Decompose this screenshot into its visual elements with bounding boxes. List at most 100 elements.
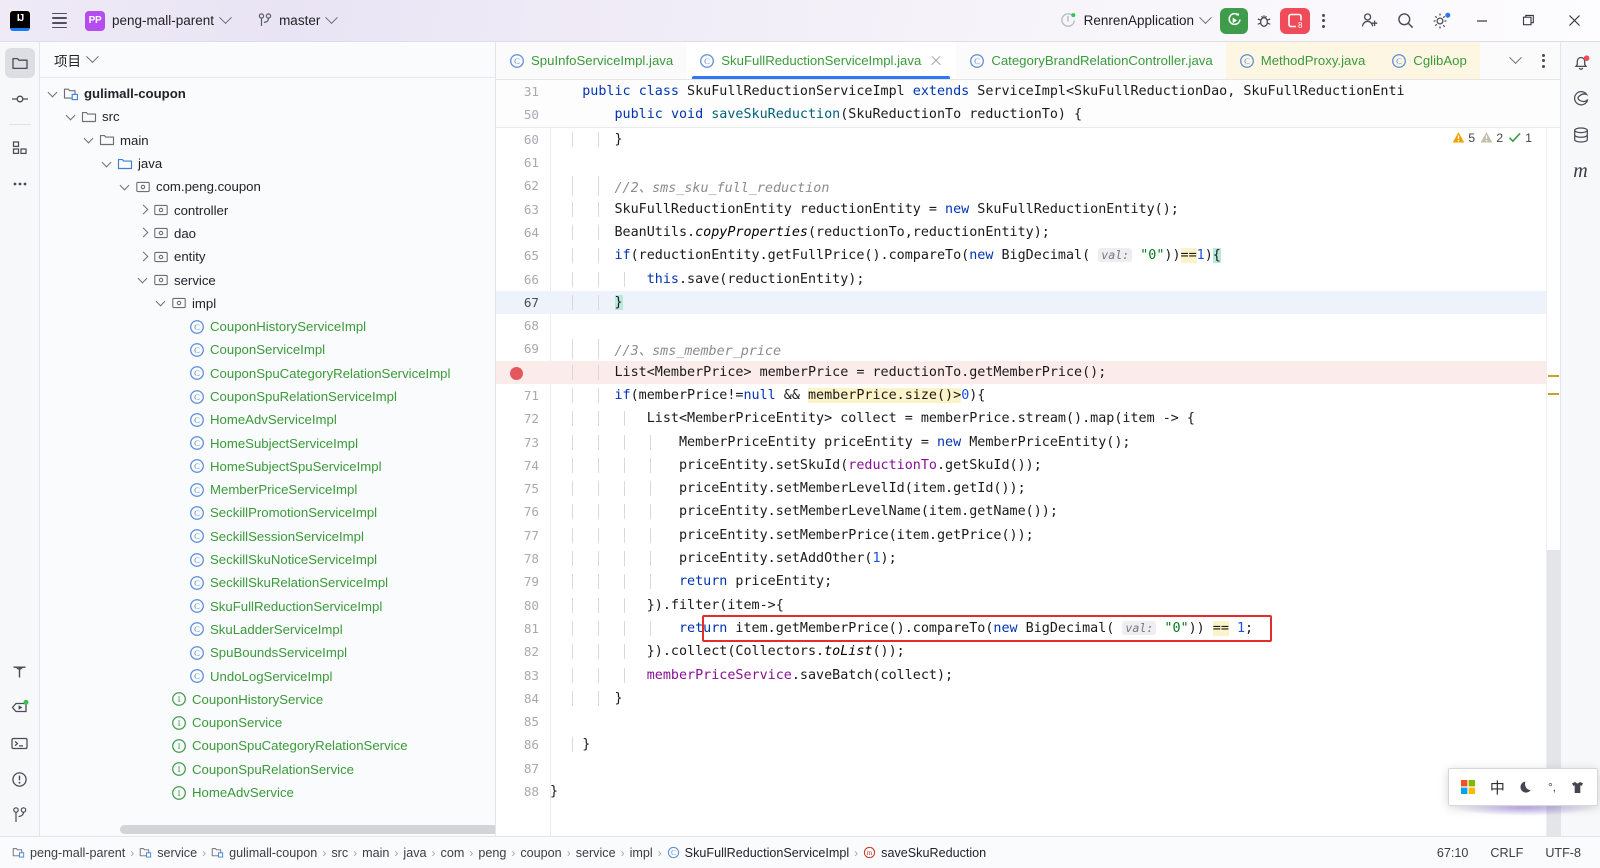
- breadcrumb-item[interactable]: m saveSkuReduction: [859, 842, 990, 864]
- code-line[interactable]: 69 //3、sms_member_price: [496, 337, 1560, 360]
- line-number[interactable]: 69: [496, 341, 550, 356]
- tree-expander[interactable]: [136, 225, 152, 241]
- code-line[interactable]: List<MemberPrice> memberPrice = reductio…: [496, 360, 1560, 384]
- debug-button[interactable]: [1250, 8, 1278, 34]
- tree-node[interactable]: I CouponSpuCategoryRelationService: [40, 734, 495, 757]
- sidebar-item-terminal[interactable]: [5, 728, 35, 758]
- chinese-mode-label[interactable]: 中: [1490, 777, 1505, 798]
- code-line[interactable]: 71 if(memberPrice!=null && memberPrice.s…: [496, 384, 1560, 407]
- line-number[interactable]: 86: [496, 737, 550, 752]
- line-number[interactable]: 65: [496, 248, 550, 263]
- breadcrumb-item[interactable]: service: [135, 842, 201, 864]
- line-number[interactable]: 85: [496, 714, 550, 729]
- code-line[interactable]: 76 priceEntity.setMemberLevelName(item.g…: [496, 500, 1560, 523]
- line-number[interactable]: 71: [496, 388, 550, 403]
- sidebar-item-more[interactable]: [5, 169, 35, 199]
- code-line[interactable]: 75 priceEntity.setMemberLevelId(item.get…: [496, 477, 1560, 500]
- close-tab-button[interactable]: [929, 54, 943, 68]
- tree-node[interactable]: C SpuBoundsServiceImpl: [40, 641, 495, 664]
- tree-expander[interactable]: [64, 109, 80, 125]
- code-line[interactable]: 68: [496, 314, 1560, 337]
- sidebar-item-project[interactable]: [4, 48, 35, 78]
- tree-expander[interactable]: [82, 132, 98, 148]
- breadcrumb-item[interactable]: impl: [626, 842, 657, 864]
- tools-icon[interactable]: [1570, 780, 1585, 795]
- code-line[interactable]: 87: [496, 757, 1560, 780]
- tree-horizontal-scrollbar[interactable]: [120, 825, 495, 834]
- sidebar-item-notifications[interactable]: [1566, 48, 1596, 78]
- breadcrumb-item[interactable]: src: [327, 842, 352, 864]
- line-number[interactable]: 82: [496, 644, 550, 659]
- editor-tab[interactable]: C CategoryBrandRelationController.java: [956, 42, 1225, 79]
- tab-options-button[interactable]: [1532, 48, 1554, 74]
- line-number[interactable]: 73: [496, 435, 550, 450]
- code-line[interactable]: 78 priceEntity.setAddOther(1);: [496, 547, 1560, 570]
- line-number[interactable]: 76: [496, 504, 550, 519]
- line-number[interactable]: 80: [496, 598, 550, 613]
- line-number[interactable]: 79: [496, 574, 550, 589]
- tree-node[interactable]: C SeckillPromotionServiceImpl: [40, 501, 495, 524]
- breadcrumb-item[interactable]: service: [572, 842, 620, 864]
- branch-selector[interactable]: master: [250, 7, 344, 35]
- breadcrumb-item[interactable]: C SkuFullReductionServiceImpl: [663, 842, 854, 864]
- share-project-button[interactable]: [1352, 6, 1386, 36]
- code-line[interactable]: 84 }: [496, 687, 1560, 710]
- tree-node[interactable]: C HomeAdvServiceImpl: [40, 408, 495, 431]
- ime-floating-toolbar[interactable]: 中 °,: [1448, 768, 1598, 806]
- sidebar-item-problems[interactable]: [5, 764, 35, 794]
- chevron-down-icon[interactable]: [86, 50, 99, 64]
- tree-expander[interactable]: [118, 179, 134, 195]
- code-line[interactable]: 86 }: [496, 733, 1560, 756]
- line-number[interactable]: 72: [496, 411, 550, 426]
- code-line[interactable]: 79 return priceEntity;: [496, 570, 1560, 593]
- more-actions-button[interactable]: [1312, 8, 1334, 34]
- code-line[interactable]: 77 priceEntity.setMemberPrice(item.getPr…: [496, 524, 1560, 547]
- line-number[interactable]: 60: [496, 132, 550, 147]
- line-number[interactable]: 67: [496, 295, 550, 310]
- tree-node[interactable]: I HomeAdvService: [40, 781, 495, 804]
- tree-node[interactable]: C CouponServiceImpl: [40, 338, 495, 361]
- line-number[interactable]: 75: [496, 481, 550, 496]
- run-configuration-selector[interactable]: RenrenApplication: [1051, 7, 1218, 35]
- inspection-ok[interactable]: 1: [1508, 131, 1532, 145]
- tree-node[interactable]: C HomeSubjectServiceImpl: [40, 431, 495, 454]
- code-line[interactable]: 64 BeanUtils.copyProperties(reductionTo,…: [496, 221, 1560, 244]
- tree-node[interactable]: java: [40, 152, 495, 175]
- line-number[interactable]: 78: [496, 551, 550, 566]
- editor-tab[interactable]: C CglibAop: [1378, 42, 1480, 79]
- breakpoint-marker[interactable]: [496, 365, 550, 380]
- tree-node[interactable]: C CouponSpuCategoryRelationServiceImpl: [40, 362, 495, 385]
- line-number[interactable]: 84: [496, 691, 550, 706]
- tree-expander[interactable]: [136, 202, 152, 218]
- tree-node[interactable]: C MemberPriceServiceImpl: [40, 478, 495, 501]
- warning-count[interactable]: 5: [1452, 131, 1475, 145]
- code-line[interactable]: 82 }).collect(Collectors.toList());: [496, 640, 1560, 663]
- tree-node[interactable]: service: [40, 268, 495, 291]
- line-number[interactable]: 81: [496, 621, 550, 636]
- sidebar-item-commit[interactable]: [5, 84, 35, 114]
- tree-node[interactable]: entity: [40, 245, 495, 268]
- project-tree[interactable]: gulimall-coupon src main java com.peng.coupo…: [40, 78, 495, 836]
- punctuation-icon[interactable]: °,: [1548, 780, 1556, 794]
- tree-node[interactable]: dao: [40, 222, 495, 245]
- code-line[interactable]: 61: [496, 151, 1560, 174]
- line-number[interactable]: 66: [496, 272, 550, 287]
- code-line[interactable]: 65 if(reductionEntity.getFullPrice().com…: [496, 244, 1560, 267]
- tree-node[interactable]: controller: [40, 198, 495, 221]
- settings-button[interactable]: [1424, 6, 1458, 36]
- breadcrumb-item[interactable]: peng: [474, 842, 510, 864]
- line-number[interactable]: 74: [496, 458, 550, 473]
- weak-warning-count[interactable]: 2: [1480, 131, 1503, 145]
- line-number[interactable]: 83: [496, 668, 550, 683]
- tree-node[interactable]: main: [40, 129, 495, 152]
- code-line[interactable]: 62 //2、sms_sku_full_reduction: [496, 174, 1560, 197]
- minimize-button[interactable]: [1460, 0, 1504, 42]
- moon-icon[interactable]: [1519, 780, 1534, 795]
- services-stop-button[interactable]: 8: [1280, 7, 1310, 34]
- sidebar-item-run[interactable]: [5, 692, 35, 722]
- tree-node[interactable]: C CouponSpuRelationServiceImpl: [40, 385, 495, 408]
- search-everywhere-button[interactable]: [1388, 6, 1422, 36]
- line-number[interactable]: 63: [496, 202, 550, 217]
- code-line[interactable]: 81 return item.getMemberPrice().compareT…: [496, 617, 1560, 640]
- sidebar-item-spring[interactable]: [1566, 84, 1596, 114]
